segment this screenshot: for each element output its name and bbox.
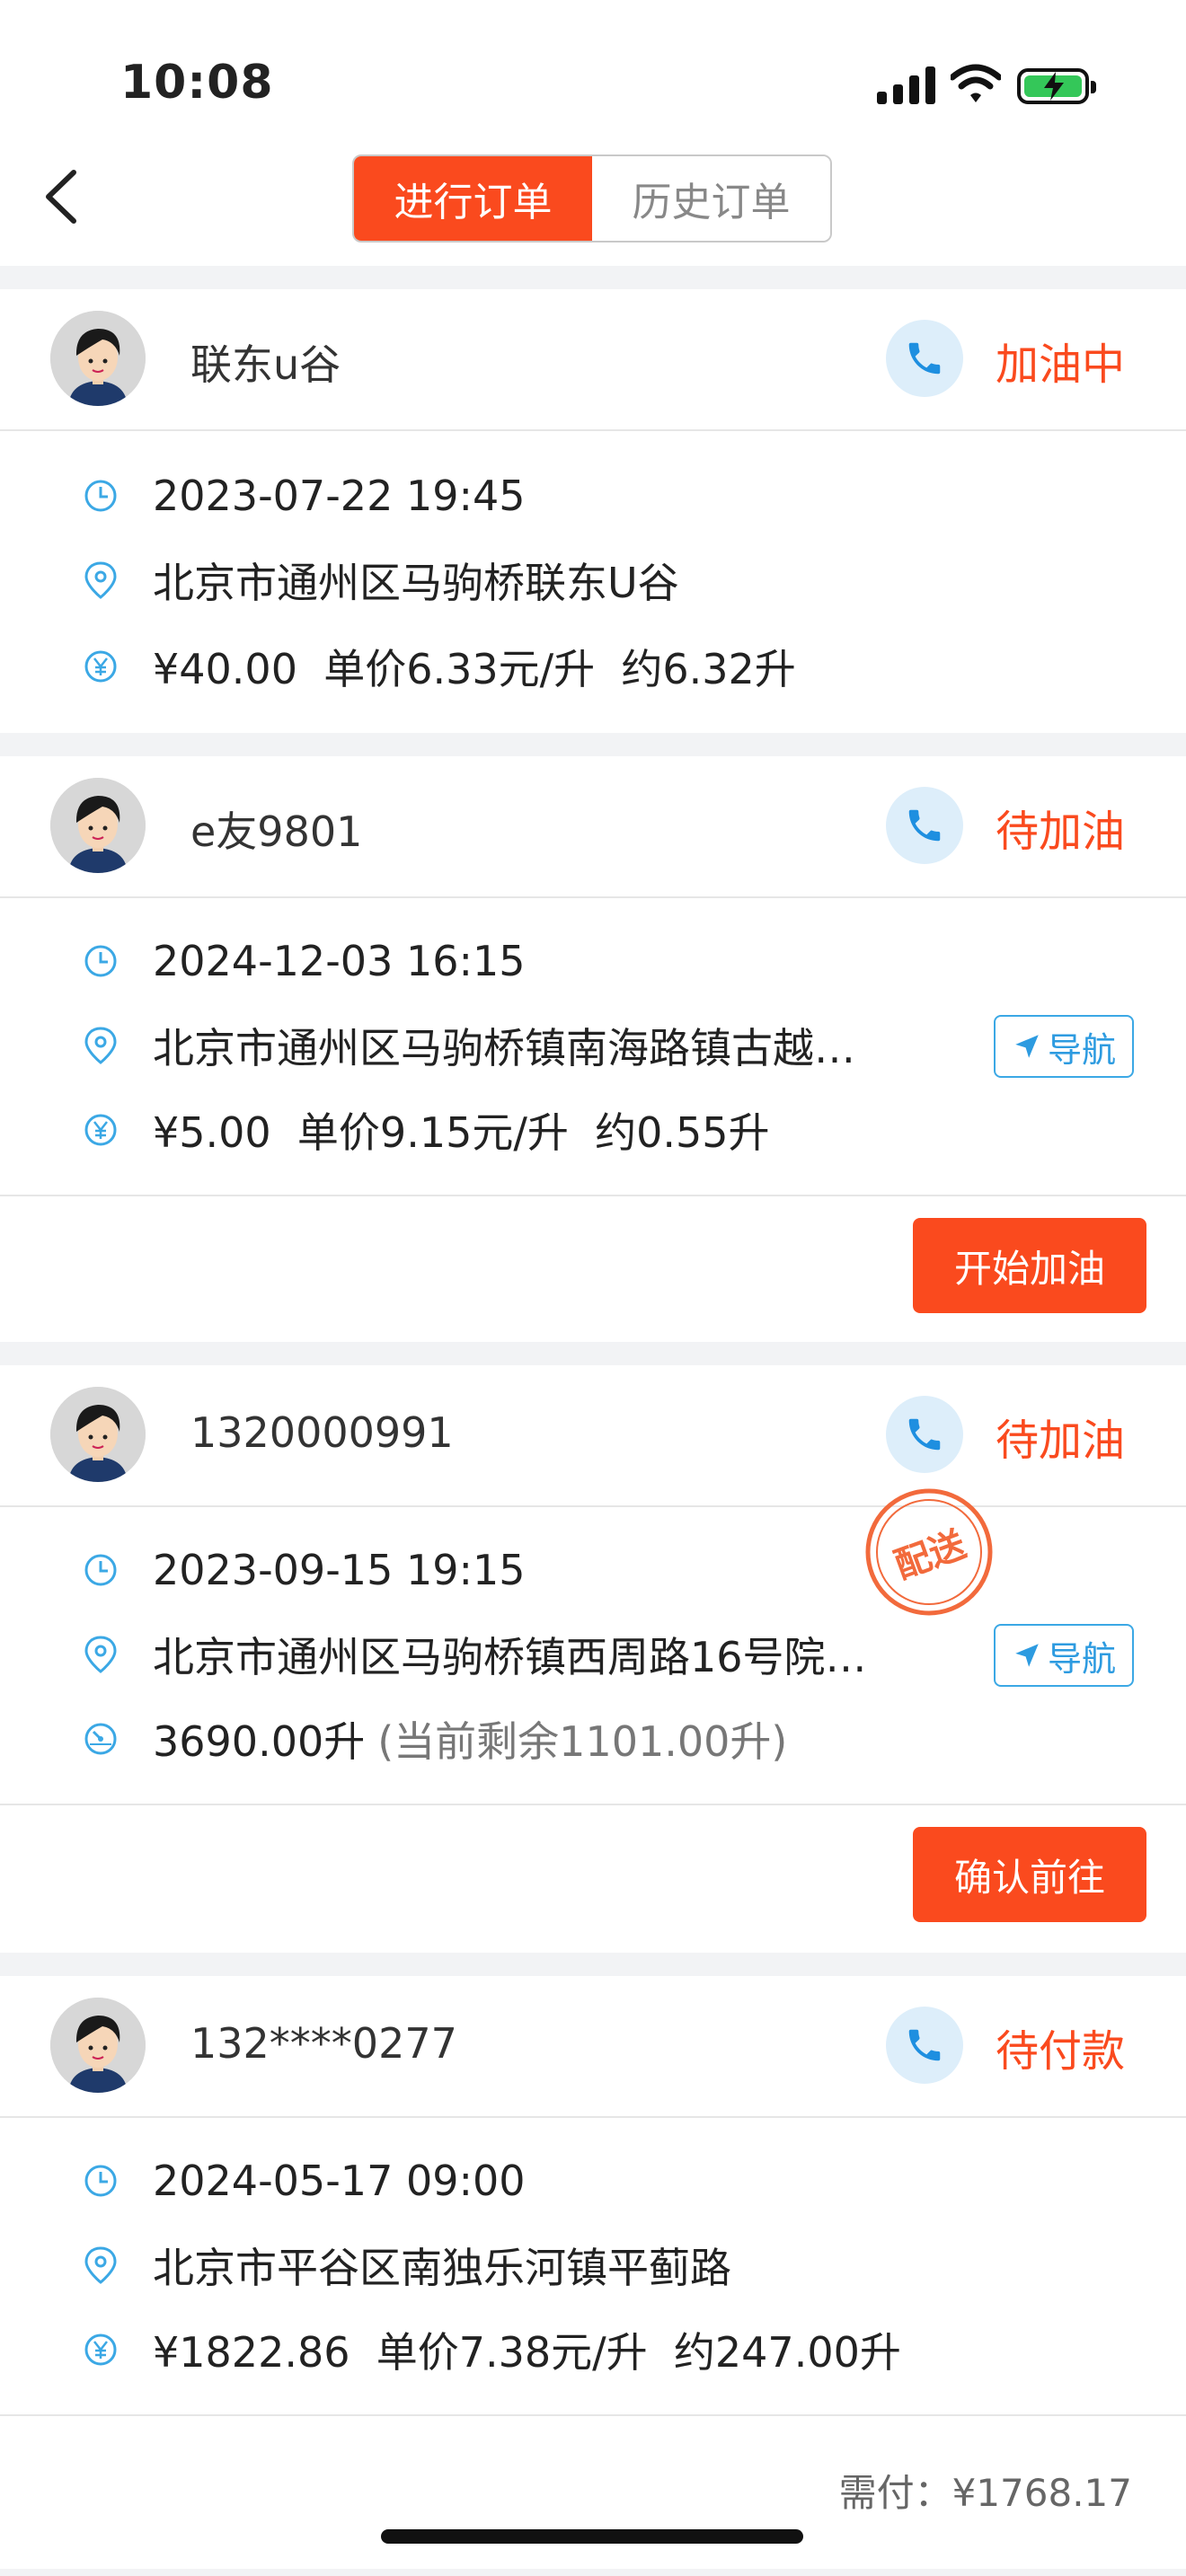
- clock-icon: [81, 2161, 120, 2201]
- order-status: 待加油: [995, 807, 1125, 857]
- phone-call-button[interactable]: [886, 787, 963, 864]
- phone-icon: [908, 1418, 941, 1451]
- confirm-go-button[interactable]: 确认前往: [913, 1827, 1146, 1922]
- order-price-line: ¥1822.86 单价7.38元/升 约247.00升: [153, 2328, 901, 2377]
- battery-charging-icon: [1017, 68, 1096, 104]
- status-time: 10:08: [120, 56, 274, 110]
- payment-label: 需付：: [838, 2471, 952, 2515]
- phone-icon: [908, 809, 941, 842]
- phone-call-button[interactable]: [886, 1396, 963, 1473]
- order-header: 联东u谷 加油中: [0, 289, 1186, 431]
- order-address: 北京市通州区马驹桥联东U谷: [153, 559, 679, 607]
- clock-icon: [81, 941, 120, 981]
- order-status: 加油中: [995, 340, 1125, 390]
- location-pin-icon: [81, 2245, 120, 2285]
- order-header: e友9801 待加油: [0, 756, 1186, 898]
- datetime-row: 2024-05-17 09:00: [81, 2154, 526, 2208]
- back-chevron-icon[interactable]: [40, 167, 84, 226]
- start-fueling-button[interactable]: 开始加油: [913, 1218, 1146, 1313]
- navigation-arrow-icon: [1015, 1644, 1039, 1667]
- order-price-line: ¥5.00 单价9.15元/升 约0.55升: [153, 1108, 770, 1157]
- price-row: ¥5.00 单价9.15元/升 约0.55升: [81, 1103, 770, 1157]
- customer-name: e友9801: [190, 807, 363, 856]
- divider: [0, 1804, 1186, 1805]
- customer-name: 联东u谷: [190, 340, 341, 389]
- address-row: 北京市通州区马驹桥镇南海路镇古越…: [81, 1019, 855, 1072]
- avatar: [50, 1998, 146, 2093]
- customer-name: 1320000991: [190, 1408, 454, 1457]
- order-address: 北京市通州区马驹桥镇西周路16号院…: [153, 1633, 867, 1681]
- address-row: 北京市通州区马驹桥联东U谷: [81, 553, 679, 607]
- price-row: ¥1822.86 单价7.38元/升 约247.00升: [81, 2323, 901, 2377]
- navigate-label: 导航: [1047, 1638, 1116, 1679]
- order-card[interactable]: 1320000991 待加油 2023-09-15 19:15 北京市通州区马驹…: [0, 1365, 1186, 1953]
- price-row: ¥40.00 单价6.33元/升 约6.32升: [81, 640, 796, 693]
- yuan-icon: [81, 2330, 120, 2369]
- payment-amount: ¥1768.17: [951, 2471, 1132, 2515]
- order-volume: 3690.00升: [153, 1717, 366, 1766]
- gauge-icon: [81, 1719, 120, 1759]
- tab-ongoing-orders[interactable]: 进行订单: [354, 156, 592, 241]
- navigate-button[interactable]: 导航: [994, 1624, 1134, 1687]
- phone-icon: [908, 2029, 941, 2061]
- clock-icon: [81, 476, 120, 516]
- datetime-row: 2024-12-03 16:15: [81, 934, 526, 988]
- order-price-line: ¥40.00 单价6.33元/升 约6.32升: [153, 645, 796, 693]
- phone-icon: [908, 342, 941, 375]
- order-header: 132****0277 待付款: [0, 1976, 1186, 2118]
- datetime-row: 2023-07-22 19:45: [81, 469, 526, 523]
- phone-call-button[interactable]: [886, 2007, 963, 2084]
- order-address: 北京市通州区马驹桥镇南海路镇古越…: [153, 1024, 855, 1072]
- location-pin-icon: [81, 560, 120, 600]
- cellular-signal-icon: [877, 66, 936, 104]
- navigation-arrow-icon: [1015, 1035, 1039, 1058]
- order-status: 待付款: [995, 2026, 1125, 2077]
- avatar: [50, 311, 146, 406]
- yuan-icon: [81, 647, 120, 686]
- clock-icon: [81, 1550, 120, 1590]
- address-row: 北京市平谷区南独乐河镇平蓟路: [81, 2238, 731, 2292]
- datetime-row: 2023-09-15 19:15: [81, 1543, 526, 1597]
- navigate-label: 导航: [1047, 1029, 1116, 1070]
- phone-call-button[interactable]: [886, 320, 963, 397]
- navigate-button[interactable]: 导航: [994, 1015, 1134, 1078]
- yuan-icon: [81, 1110, 120, 1150]
- top-bar: 10:08 进行订单 历史订单: [0, 0, 1186, 266]
- order-card[interactable]: 132****0277 待付款 2024-05-17 09:00 北京市平谷区南…: [0, 1976, 1186, 2569]
- order-datetime: 2024-05-17 09:00: [153, 2157, 526, 2205]
- home-indicator[interactable]: [381, 2529, 803, 2544]
- order-datetime: 2024-12-03 16:15: [153, 937, 526, 985]
- avatar: [50, 778, 146, 873]
- wifi-icon: [949, 63, 1003, 104]
- order-status: 待加油: [995, 1416, 1125, 1466]
- divider: [0, 2414, 1186, 2416]
- location-pin-icon: [81, 1026, 120, 1065]
- order-datetime: 2023-09-15 19:15: [153, 1546, 526, 1594]
- tab-history-orders[interactable]: 历史订单: [592, 156, 830, 241]
- delivery-stamp: 配送: [863, 1486, 996, 1619]
- volume-row: 3690.00升 (当前剩余1101.00升): [81, 1712, 787, 1766]
- order-address: 北京市平谷区南独乐河镇平蓟路: [153, 2244, 731, 2292]
- address-row: 北京市通州区马驹桥镇西周路16号院…: [81, 1628, 867, 1681]
- order-card[interactable]: 联东u谷 加油中 2023-07-22 19:45 北京市通州区马驹桥联东U谷 …: [0, 289, 1186, 733]
- remaining-volume: (当前剩余1101.00升): [377, 1717, 788, 1766]
- order-header: 1320000991 待加油: [0, 1365, 1186, 1507]
- avatar: [50, 1387, 146, 1482]
- order-card[interactable]: e友9801 待加油 2024-12-03 16:15 北京市通州区马驹桥镇南海…: [0, 756, 1186, 1342]
- divider: [0, 1195, 1186, 1196]
- customer-name: 132****0277: [190, 2019, 457, 2068]
- payment-due: 需付：¥1768.17: [839, 2463, 1132, 2518]
- order-tabs: 进行订单 历史订单: [352, 154, 832, 243]
- order-datetime: 2023-07-22 19:45: [153, 472, 526, 520]
- location-pin-icon: [81, 1635, 120, 1674]
